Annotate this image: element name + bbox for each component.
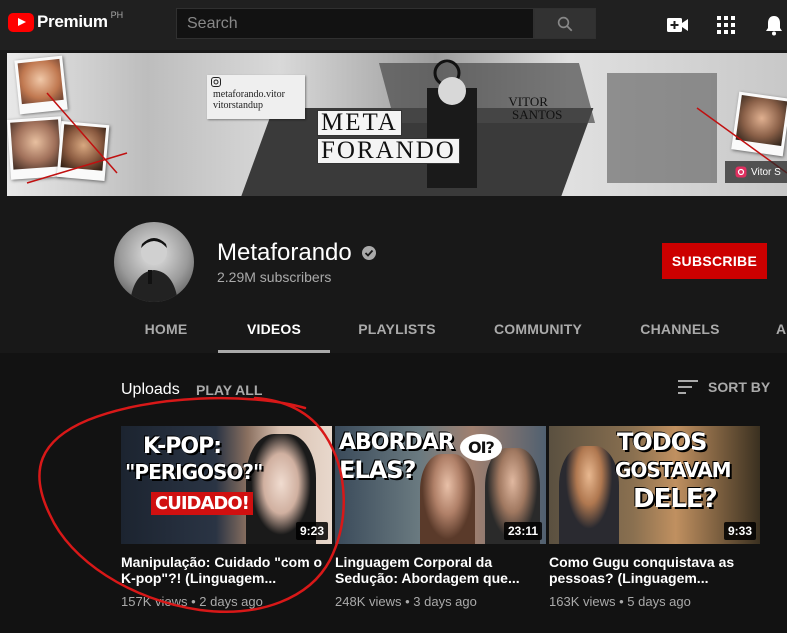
thumbnail-text: K-POP: — [143, 434, 222, 459]
video-duration: 9:33 — [723, 522, 756, 540]
notifications-button[interactable] — [762, 13, 786, 37]
video-meta: 248K views • 3 days ago — [335, 594, 477, 609]
video-title[interactable]: Como Gugu conquistava as pessoas? (Lingu… — [549, 554, 760, 586]
bell-icon — [766, 15, 782, 35]
verified-badge-icon — [361, 246, 376, 260]
channel-banner: metaforando.vitor vitorstandup META FORA… — [7, 53, 787, 196]
youtube-premium-logo[interactable]: Premium PH — [8, 10, 124, 32]
instagram-icon — [211, 77, 221, 87]
videos-content: Uploads PLAY ALL SORT BY K-POP: "PERIGOS… — [0, 353, 787, 633]
video-duration: 9:23 — [295, 522, 328, 540]
tab-home[interactable]: HOME — [126, 305, 206, 353]
video-title[interactable]: Linguagem Corporal da Sedução: Abordagem… — [335, 554, 546, 586]
search-bar — [176, 8, 596, 39]
channel-name: Metaforando — [217, 239, 376, 267]
video-item[interactable]: TODOS GOSTAVAM DELE? 9:33 Como Gugu conq… — [549, 426, 760, 609]
logo-country-code: PH — [110, 10, 124, 20]
channel-avatar[interactable] — [114, 222, 194, 302]
search-button[interactable] — [534, 8, 596, 39]
play-all-button[interactable]: PLAY ALL — [196, 382, 262, 398]
video-duration: 23:11 — [503, 522, 542, 540]
thumbnail-text: ELAS? — [339, 456, 416, 484]
banner-social-link[interactable]: Vitor S — [725, 161, 787, 183]
banner-subtitle-line: SANTOS — [512, 107, 563, 122]
video-thumbnail[interactable]: ABORDAR ELAS? OI? 23:11 — [335, 426, 546, 544]
video-item[interactable]: K-POP: "PERIGOSO?" CUIDADO! 9:23 Manipul… — [121, 426, 332, 609]
instagram-handle: metaforando.vitor — [213, 89, 285, 100]
search-icon — [557, 16, 573, 31]
channel-name-text: Metaforando — [217, 239, 352, 266]
avatar-portrait — [130, 238, 178, 302]
instagram-icon — [735, 166, 747, 178]
thumbnail-text: DELE? — [633, 484, 718, 514]
apps-button[interactable] — [714, 13, 738, 37]
thumbnail-text: ABORDAR — [339, 430, 455, 455]
apps-grid-icon — [717, 16, 735, 34]
thumbnail-text: GOSTAVAM — [615, 458, 732, 482]
banner-subtitle: VITOR SANTOS — [494, 95, 562, 121]
video-views: 163K views — [549, 594, 616, 609]
sort-by-button[interactable]: SORT BY — [678, 379, 770, 395]
video-thumbnail[interactable]: K-POP: "PERIGOSO?" CUIDADO! 9:23 — [121, 426, 332, 544]
subscriber-count: 2.29M subscribers — [217, 269, 332, 285]
video-thumbnail[interactable]: TODOS GOSTAVAM DELE? 9:33 — [549, 426, 760, 544]
video-views: 157K views — [121, 594, 188, 609]
sort-icon — [678, 380, 698, 394]
instagram-handles-note: metaforando.vitor vitorstandup — [207, 75, 305, 119]
thumbnail-text: "PERIGOSO?" — [125, 460, 263, 484]
video-title[interactable]: Manipulação: Cuidado "com o K-pop"?! (Li… — [121, 554, 332, 586]
video-age: 2 days ago — [199, 594, 263, 609]
banner-title-line: FORANDO — [317, 138, 460, 164]
search-input[interactable] — [176, 8, 534, 39]
thumbnail-speech-bubble: OI? — [460, 434, 502, 461]
channel-tabs: HOME VIDEOS PLAYLISTS COMMUNITY CHANNELS… — [0, 305, 787, 353]
video-views: 248K views — [335, 594, 402, 609]
sort-label: SORT BY — [708, 379, 771, 395]
section-title: Uploads — [121, 381, 180, 398]
tab-community[interactable]: COMMUNITY — [478, 305, 598, 353]
youtube-play-icon — [8, 12, 34, 32]
banner-title: META FORANDO — [317, 110, 460, 166]
tab-videos[interactable]: VIDEOS — [218, 305, 330, 353]
video-meta: 163K views • 5 days ago — [549, 594, 691, 609]
subscribe-button[interactable]: SUBSCRIBE — [662, 243, 767, 279]
instagram-handle: vitorstandup — [213, 100, 263, 111]
tab-about[interactable]: A — [776, 305, 787, 353]
logo-text: Premium — [37, 12, 108, 31]
banner-title-line: META — [317, 110, 402, 136]
video-age: 5 days ago — [627, 594, 691, 609]
banner-social-label: Vitor S — [751, 166, 781, 178]
video-item[interactable]: ABORDAR ELAS? OI? 23:11 Linguagem Corpor… — [335, 426, 546, 609]
tab-playlists[interactable]: PLAYLISTS — [342, 305, 452, 353]
masthead: Premium PH — [0, 0, 787, 50]
create-video-button[interactable] — [666, 13, 690, 37]
video-camera-plus-icon — [667, 18, 688, 32]
tab-channels[interactable]: CHANNELS — [624, 305, 736, 353]
video-age: 3 days ago — [413, 594, 477, 609]
thumbnail-text: CUIDADO! — [151, 492, 253, 515]
thumbnail-text: TODOS — [617, 428, 707, 456]
video-meta: 157K views • 2 days ago — [121, 594, 263, 609]
